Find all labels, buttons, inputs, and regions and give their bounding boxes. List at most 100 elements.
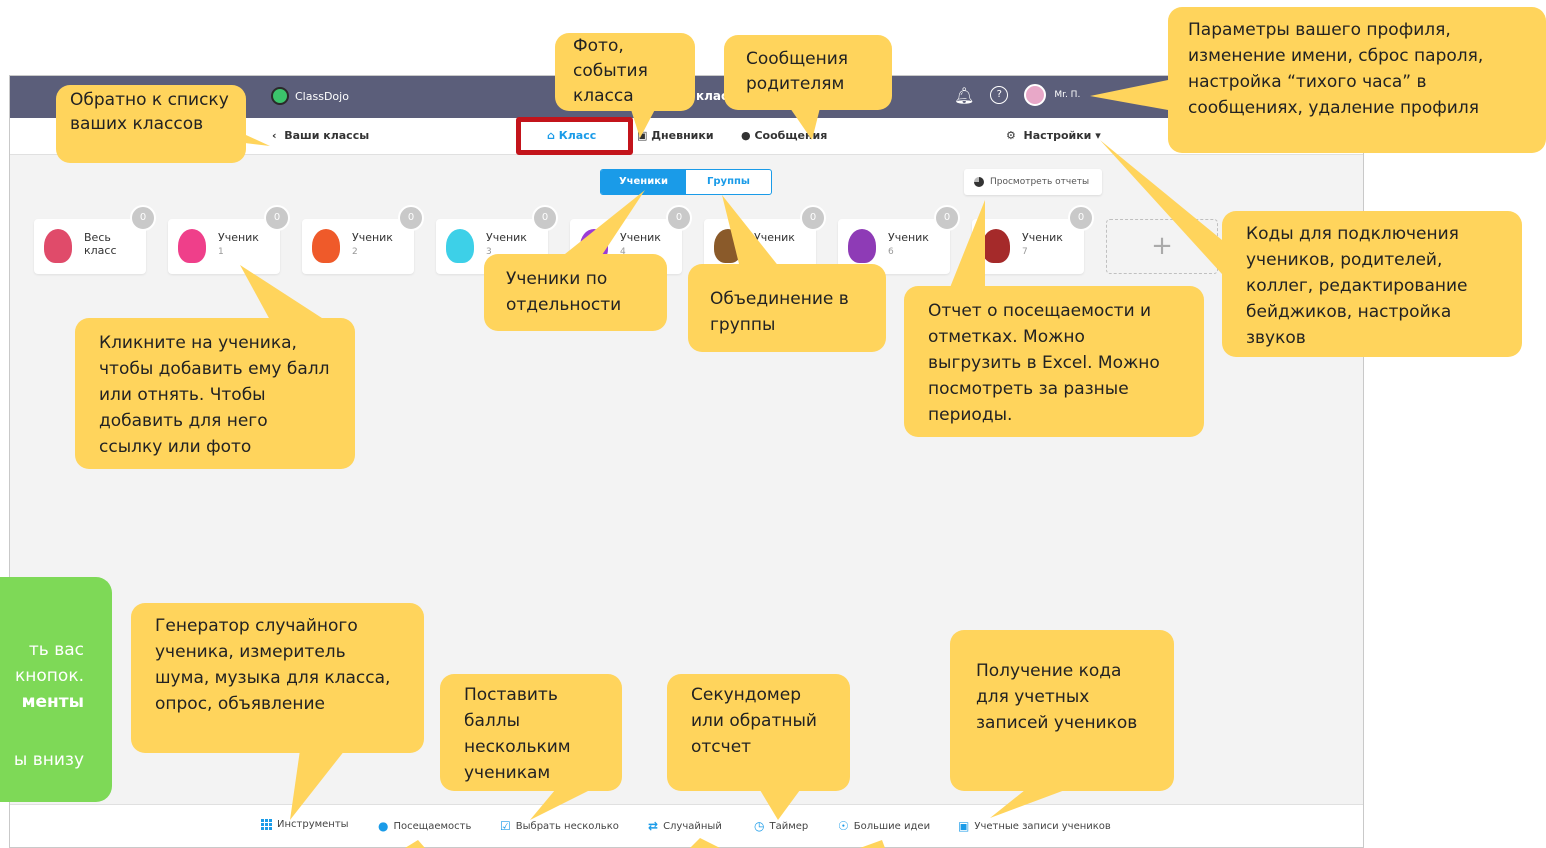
student-name: Ученик xyxy=(1022,231,1063,244)
points-badge: 0 xyxy=(398,205,424,231)
toggle-students[interactable]: Ученики xyxy=(601,170,686,194)
student-name: Ученик xyxy=(754,231,795,244)
monster-avatar-icon xyxy=(446,229,474,263)
tab-diaries[interactable]: ▣ Дневники xyxy=(637,129,714,142)
student-name: Ученик xyxy=(352,231,393,244)
tools-label: Инструменты xyxy=(277,819,349,830)
back-label: Ваши классы xyxy=(284,129,370,142)
attendance-button[interactable]: ● Посещаемость xyxy=(378,819,471,833)
student-name: Весь xyxy=(84,231,111,244)
bottom-toolbar: Инструменты ● Посещаемость ☑ Выбрать нес… xyxy=(10,804,1363,847)
student-number: 2 xyxy=(352,247,358,257)
callout-photo: Фото, события класса xyxy=(555,33,695,111)
classdojo-logo-icon xyxy=(271,87,289,105)
student-name: Ученик xyxy=(486,231,527,244)
random-button[interactable]: ⇄ Случайный xyxy=(648,819,722,833)
callout-points-multiple: Поставить баллы нескольким ученикам xyxy=(440,674,622,791)
points-badge: 0 xyxy=(800,205,826,231)
whole-class-card[interactable]: 0 Весь класс xyxy=(34,205,156,274)
grid-icon xyxy=(261,819,272,830)
callout-individual: Ученики по отдельности xyxy=(484,254,667,331)
view-reports-label: Просмотреть отчеты xyxy=(990,177,1090,187)
pie-chart-icon xyxy=(974,177,984,187)
green-hint-panel: ть вас кнопок. менты ы внизу xyxy=(0,577,112,802)
points-badge: 0 xyxy=(264,205,290,231)
big-ideas-button[interactable]: ☉ Большие идеи xyxy=(838,819,930,833)
view-toggle: Ученики Группы xyxy=(600,169,772,195)
avatar[interactable] xyxy=(1024,84,1047,106)
callout-report: Отчет о посещаемости и отметках. Можно в… xyxy=(904,286,1204,437)
monster-avatar-icon xyxy=(312,229,340,263)
settings-menu[interactable]: ⚙ Настройки ▾ xyxy=(1006,129,1101,142)
logo-text: ClassDojo xyxy=(295,89,349,103)
timer-label: Таймер xyxy=(769,820,809,832)
points-badge: 0 xyxy=(532,205,558,231)
checkbox-icon: ☑ xyxy=(500,819,511,833)
student-name: Ученик xyxy=(620,231,661,244)
id-card-icon: ▣ xyxy=(958,819,970,833)
monster-avatar-icon xyxy=(982,229,1010,263)
monster-avatar-icon xyxy=(848,229,876,263)
help-icon[interactable]: ? xyxy=(990,86,1009,104)
top-right-icons: 🔔︎ ? Mr. П. xyxy=(954,84,1080,106)
random-label: Случайный xyxy=(663,820,722,832)
student-card[interactable]: 0 Ученик 1 xyxy=(168,205,290,274)
add-student-button[interactable]: + xyxy=(1106,219,1218,274)
student-card[interactable]: 0 Ученик 2 xyxy=(302,205,424,274)
tools-button[interactable]: Инструменты xyxy=(261,819,349,830)
student-number: 6 xyxy=(888,247,894,257)
stopwatch-icon: ◷ xyxy=(754,819,765,833)
green-line-4: ы внизу xyxy=(13,750,84,770)
points-badge: 0 xyxy=(1068,205,1094,231)
callout-click-student: Кликните на ученика, чтобы добавить ему … xyxy=(75,318,355,469)
user-name[interactable]: Mr. П. xyxy=(1054,90,1080,100)
select-multiple-button[interactable]: ☑ Выбрать несколько xyxy=(500,819,619,833)
student-name: Ученик xyxy=(218,231,259,244)
callout-back: Обратно к списку ваших классов xyxy=(56,85,246,163)
callout-codes: Коды для подключения учеников, родителей… xyxy=(1222,211,1522,357)
points-badge: 0 xyxy=(666,205,692,231)
tab-messages-label: Сообщения xyxy=(754,129,828,142)
lightbulb-icon: ☉ xyxy=(838,819,849,833)
callout-accounts-code: Получение кода для учетных записей учени… xyxy=(950,630,1174,791)
chat-icon: ● xyxy=(741,129,751,142)
shuffle-icon: ⇄ xyxy=(648,819,659,833)
student-card[interactable]: 0 Ученик 7 xyxy=(972,205,1094,274)
student-name-line2: класс xyxy=(84,244,117,257)
student-number: 1 xyxy=(218,247,224,257)
points-badge: 0 xyxy=(934,205,960,231)
green-line-1: ть вас xyxy=(28,640,84,660)
gear-icon: ⚙ xyxy=(1006,129,1016,142)
settings-label: Настройки xyxy=(1023,129,1092,142)
callout-groups: Объединение в группы xyxy=(688,264,886,352)
clock-icon: ● xyxy=(378,819,389,833)
callout-messages: Сообщения родителям xyxy=(724,35,892,110)
class-tab-highlight xyxy=(516,117,633,155)
callout-generator: Генератор случайного ученика, измеритель… xyxy=(131,603,424,753)
bell-icon[interactable]: 🔔︎ xyxy=(954,86,974,105)
toggle-groups[interactable]: Группы xyxy=(686,170,771,194)
student-accounts-button[interactable]: ▣ Учетные записи учеников xyxy=(958,819,1111,833)
big-ideas-label: Большие идеи xyxy=(853,820,931,832)
monster-avatar-icon xyxy=(178,229,206,263)
monster-avatar-icon xyxy=(714,229,742,263)
chevron-left-icon: ‹ xyxy=(272,129,285,142)
logo[interactable]: ClassDojo xyxy=(271,87,349,105)
monster-avatar-icon xyxy=(44,229,72,263)
select-multiple-label: Выбрать несколько xyxy=(515,820,619,832)
student-accounts-label: Учетные записи учеников xyxy=(974,820,1111,832)
tab-diaries-label: Дневники xyxy=(651,129,714,142)
student-number: 7 xyxy=(1022,247,1028,257)
student-number: 5 xyxy=(754,247,760,257)
back-to-classes-link[interactable]: ‹ Ваши классы xyxy=(272,129,369,142)
attendance-label: Посещаемость xyxy=(393,820,472,832)
timer-button[interactable]: ◷ Таймер xyxy=(754,819,808,833)
tab-messages[interactable]: ● Сообщения xyxy=(741,129,827,142)
image-icon: ▣ xyxy=(637,129,648,142)
green-line-3: менты xyxy=(21,692,84,712)
callout-stopwatch: Секундомер или обратный отсчет xyxy=(667,674,850,791)
points-badge: 0 xyxy=(130,205,156,231)
green-line-2: кнопок. xyxy=(15,666,84,686)
student-name: Ученик xyxy=(888,231,929,244)
view-reports-button[interactable]: Просмотреть отчеты xyxy=(964,169,1102,195)
